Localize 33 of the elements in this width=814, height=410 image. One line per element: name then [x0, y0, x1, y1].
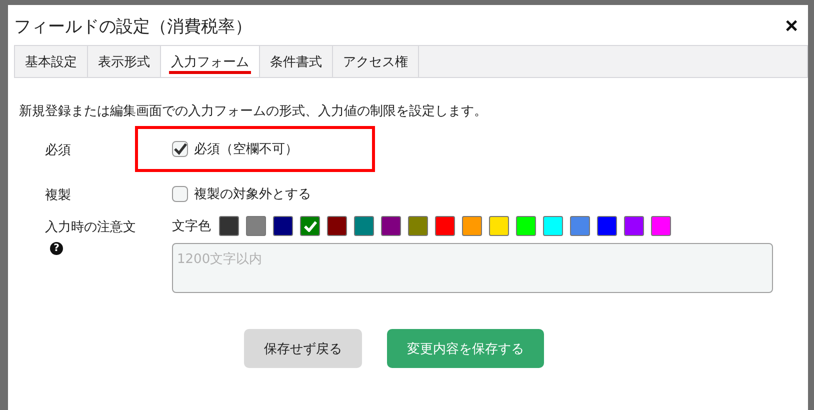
color-swatch[interactable]: [381, 216, 401, 236]
field-label: 複製: [45, 186, 72, 204]
color-swatch[interactable]: [651, 216, 671, 236]
field-label: 入力時の注意文: [45, 219, 137, 236]
back-button[interactable]: 保存せず戻る: [244, 329, 362, 368]
color-label: 文字色: [172, 218, 211, 235]
checkbox[interactable]: [172, 141, 188, 157]
color-swatch[interactable]: [354, 216, 374, 236]
close-button[interactable]: ×: [783, 15, 800, 37]
help-icon[interactable]: ?: [50, 242, 63, 255]
color-swatch[interactable]: [327, 216, 347, 236]
checkbox-label[interactable]: 必須（空欄不可）: [194, 140, 298, 158]
check-icon: [174, 143, 186, 155]
color-swatch[interactable]: [435, 216, 455, 236]
tab[interactable]: 入力フォーム: [161, 46, 260, 77]
dialog-title: フィールドの設定（消費税率）: [14, 16, 252, 38]
color-swatch[interactable]: [408, 216, 428, 236]
color-swatch[interactable]: [462, 216, 482, 236]
color-swatch[interactable]: [273, 216, 293, 236]
color-swatch[interactable]: [570, 216, 590, 236]
note-field[interactable]: 1200文字以内: [172, 243, 773, 293]
color-swatch[interactable]: [246, 216, 266, 236]
color-swatch[interactable]: [489, 216, 509, 236]
color-swatch[interactable]: [300, 216, 320, 236]
checkbox[interactable]: [172, 186, 188, 202]
color-swatch[interactable]: [624, 216, 644, 236]
color-swatch[interactable]: [543, 216, 563, 236]
field-label: 必須: [45, 142, 72, 159]
color-swatch[interactable]: [516, 216, 536, 236]
description: 新規登録または編集画面での入力フォームの形式、入力値の制限を設定します。: [19, 103, 488, 120]
checkbox-label[interactable]: 複製の対象外とする: [194, 184, 311, 202]
color-swatch[interactable]: [219, 216, 239, 236]
color-swatch[interactable]: [597, 216, 617, 236]
